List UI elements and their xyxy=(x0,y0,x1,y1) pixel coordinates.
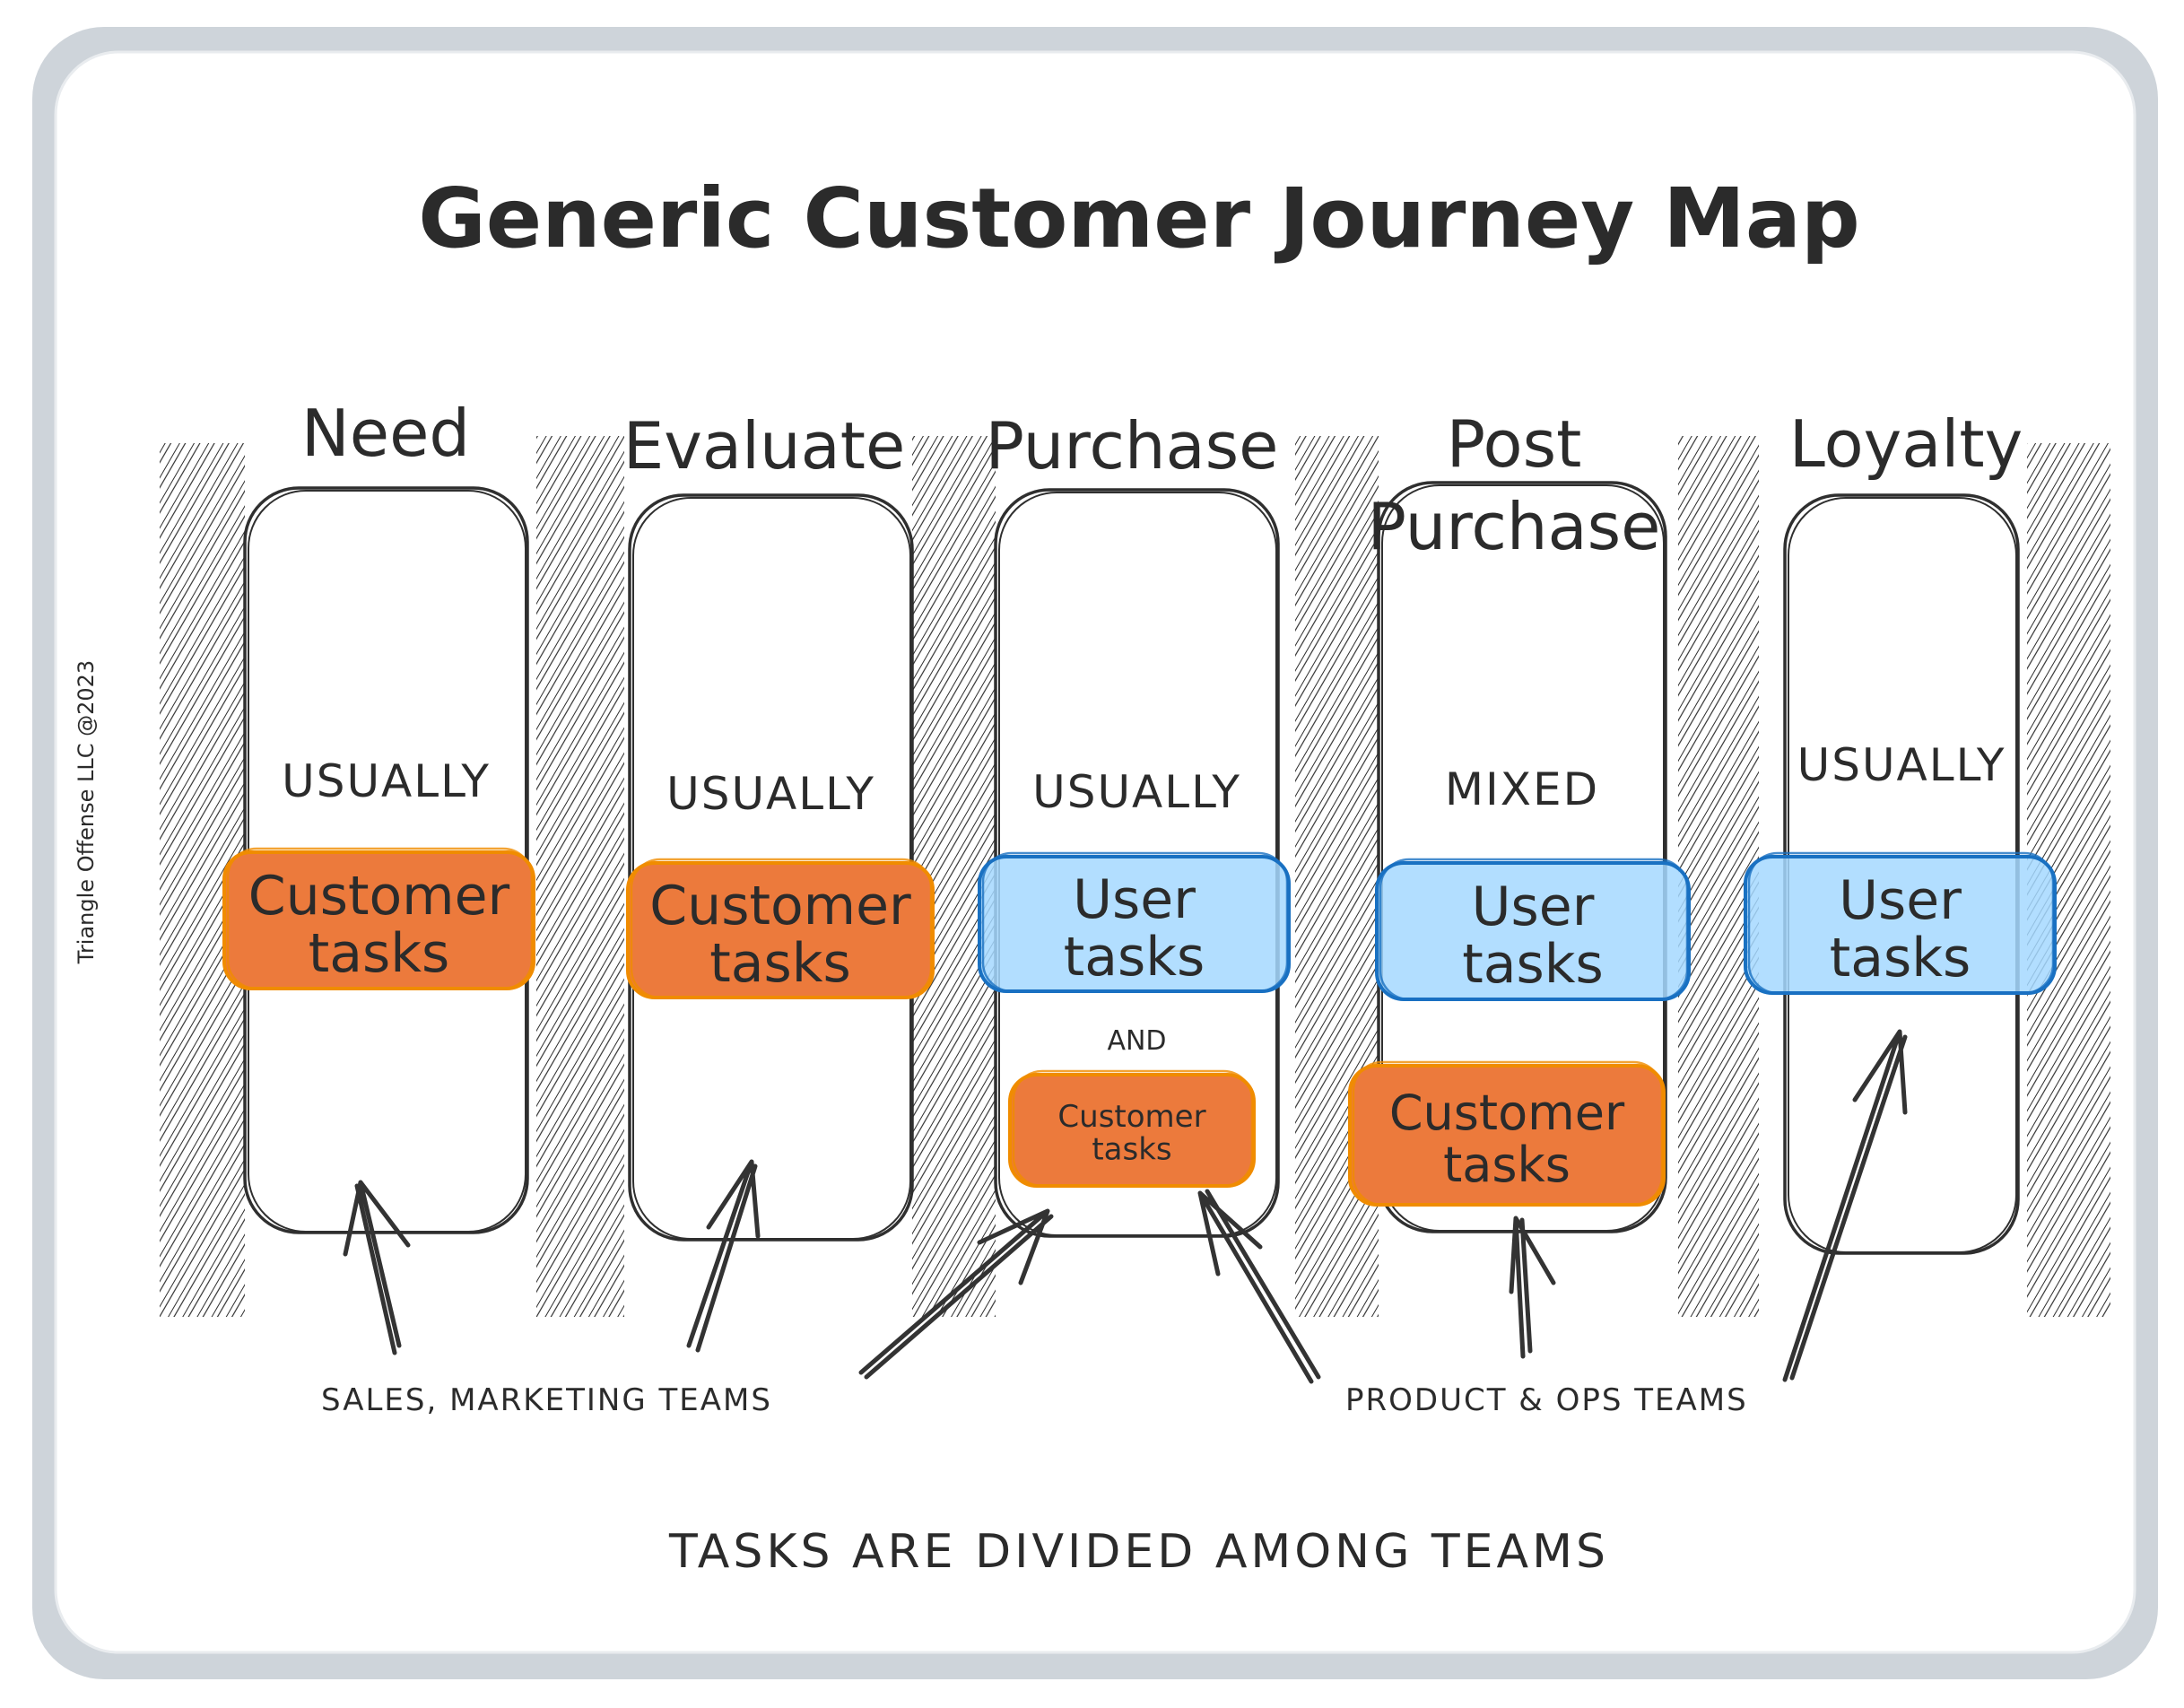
stage-header: Post xyxy=(1447,406,1582,482)
stage-qualifier: MIXED xyxy=(1445,763,1599,815)
stage-column-loyalty: Loyalty USUALLY Usertasks xyxy=(1744,406,2057,1255)
secondary-task-box: Customertasks xyxy=(1348,1060,1666,1207)
primary-task-box: Customertasks xyxy=(222,847,535,990)
stage-qualifier: USUALLY xyxy=(1797,739,2006,791)
diagram-title: Generic Customer Journey Map xyxy=(418,170,1860,266)
primary-task-box-label-line: Customer xyxy=(248,865,510,928)
stage-header: Purchase xyxy=(986,408,1279,484)
task-connector: AND xyxy=(1107,1025,1166,1057)
primary-task-box: Usertasks xyxy=(978,851,1291,993)
secondary-task-box-label-line: tasks xyxy=(1443,1137,1571,1193)
stage-header: Purchase xyxy=(1368,489,1661,564)
secondary-task-box: Customertasks xyxy=(1008,1069,1256,1188)
stage-column-purchase: PurchaseUSUALLYUsertasksANDCustomertasks xyxy=(978,408,1291,1238)
stage-column-need: Need USUALLY Customertasks xyxy=(222,396,535,1234)
primary-task-box-label-line: User xyxy=(1472,876,1595,938)
stage-header: Need xyxy=(301,396,470,471)
stage-column-evaluate: Evaluate USUALLY Customertasks xyxy=(623,408,935,1242)
footer-caption: TASKS ARE DIVIDED AMONG TEAMS xyxy=(668,1525,1609,1579)
hatch-band xyxy=(536,436,624,1317)
stage-column-post-purchase: PostPurchaseMIXEDUsertasksCustomertasks xyxy=(1348,406,1691,1233)
copyright-watermark: Triangle Offense LLC @2023 xyxy=(74,660,99,964)
primary-task-box-label-line: tasks xyxy=(1462,933,1604,996)
primary-task-box-label-line: tasks xyxy=(309,922,450,985)
journey-map-canvas: Generic Customer Journey Map Triangle Of… xyxy=(0,0,2184,1704)
secondary-task-box-label-line: tasks xyxy=(1092,1131,1171,1167)
primary-task-box-label-line: tasks xyxy=(1830,927,1971,989)
primary-task-box: Usertasks xyxy=(1375,858,1691,1001)
stage-qualifier: USUALLY xyxy=(282,755,491,807)
primary-task-box: Usertasks xyxy=(1744,851,2057,995)
stage-qualifier: USUALLY xyxy=(666,768,875,820)
sales-marketing-teams-label: SALES, MARKETING TEAMS xyxy=(321,1382,772,1418)
primary-task-box-label-line: tasks xyxy=(1064,926,1205,989)
primary-task-box: Customertasks xyxy=(626,858,935,999)
secondary-task-box-label-line: Customer xyxy=(1389,1085,1625,1141)
stage-header: Evaluate xyxy=(623,408,906,484)
primary-task-box-label-line: User xyxy=(1073,868,1196,931)
primary-task-box-label-line: Customer xyxy=(649,875,911,937)
secondary-task-box-label-line: Customer xyxy=(1057,1099,1205,1135)
stage-header: Loyalty xyxy=(1789,406,2023,482)
primary-task-box-label-line: User xyxy=(1839,869,1962,932)
primary-task-box-label-line: tasks xyxy=(709,932,851,995)
product-ops-teams-label: PRODUCT & OPS TEAMS xyxy=(1345,1382,1748,1418)
stage-qualifier: USUALLY xyxy=(1032,766,1241,818)
journey-map-diagram: Generic Customer Journey Map Triangle Of… xyxy=(32,27,2158,1679)
